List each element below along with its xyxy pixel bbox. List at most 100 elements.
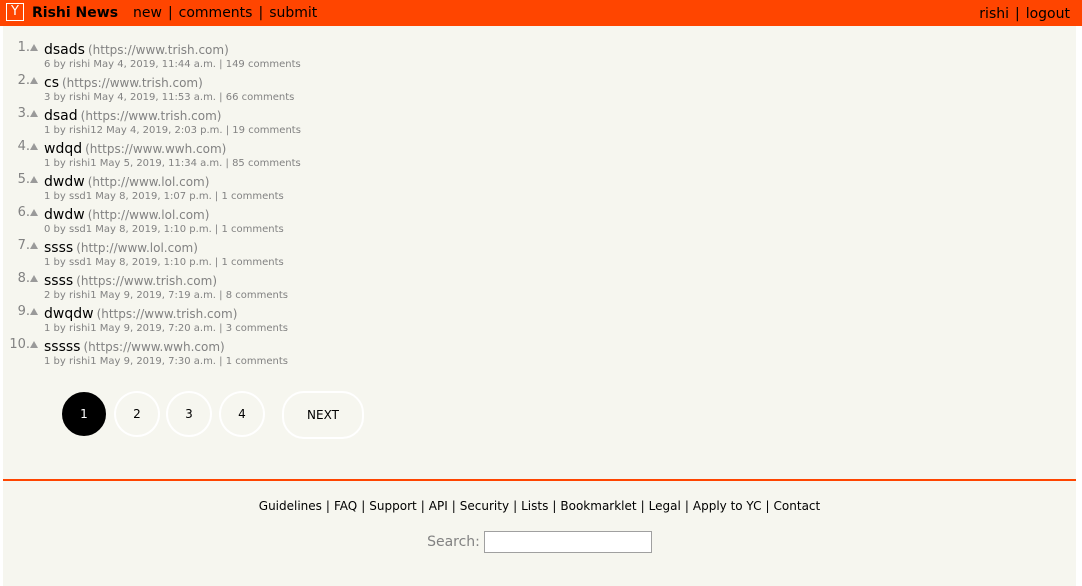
upvote-arrow-icon[interactable] bbox=[30, 77, 38, 84]
story-rank: 2. bbox=[17, 73, 30, 88]
story-row: 4. wdqd (https://www.wwh.com) 1 by rishi1 M… bbox=[3, 137, 703, 170]
upvote-arrow-icon[interactable] bbox=[30, 209, 38, 216]
story-rank: 6. bbox=[17, 205, 30, 220]
footer-link-legal[interactable]: Legal bbox=[649, 499, 681, 513]
story-title-line: wdqd (https://www.wwh.com) bbox=[44, 139, 226, 158]
story-rank: 7. bbox=[17, 238, 30, 253]
upvote-arrow-icon[interactable] bbox=[30, 44, 38, 51]
footer-link-api[interactable]: API bbox=[429, 499, 448, 513]
footer-link-security[interactable]: Security bbox=[460, 499, 509, 513]
story-title-link[interactable]: dsads bbox=[44, 42, 85, 58]
footer-separator: | bbox=[640, 499, 645, 513]
story-rank: 1. bbox=[17, 40, 30, 55]
story-domain[interactable]: (http://www.lol.com) bbox=[76, 241, 198, 255]
story-row: 6. dwdw (http://www.lol.com) 0 by ssd1 May … bbox=[3, 203, 703, 236]
story-meta: 1 by ssd1 May 8, 2019, 1:07 p.m. | 1 com… bbox=[44, 191, 284, 202]
user-nav: rishi | logout bbox=[979, 5, 1070, 23]
story-domain[interactable]: (http://www.lol.com) bbox=[88, 175, 210, 189]
story-title-link[interactable]: dwdw bbox=[44, 207, 85, 223]
story-domain[interactable]: (https://www.trish.com) bbox=[62, 76, 203, 90]
page-container: Y Rishi News new | comments | submit rishi | l… bbox=[0, 0, 1082, 586]
story-title-link[interactable]: ssss bbox=[44, 273, 73, 289]
footer-link-lists[interactable]: Lists bbox=[521, 499, 548, 513]
logout-link[interactable]: logout bbox=[1026, 6, 1070, 22]
footer-separator: | bbox=[451, 499, 456, 513]
upvote-arrow-icon[interactable] bbox=[30, 176, 38, 183]
story-title-link[interactable]: cs bbox=[44, 75, 59, 91]
footer-link-bookmarklet[interactable]: Bookmarklet bbox=[560, 499, 636, 513]
story-meta: 3 by rishi May 4, 2019, 11:53 a.m. | 66 … bbox=[44, 92, 295, 103]
story-domain[interactable]: (https://www.trish.com) bbox=[97, 307, 238, 321]
story-title-line: ssss (https://www.trish.com) bbox=[44, 271, 217, 290]
story-row: 7. ssss (http://www.lol.com) 1 by ssd1 May … bbox=[3, 236, 703, 269]
footer-separator: | bbox=[684, 499, 689, 513]
nav-separator: | bbox=[258, 5, 264, 21]
story-meta: 6 by rishi May 4, 2019, 11:44 a.m. | 149… bbox=[44, 59, 301, 70]
footer-link-contact[interactable]: Contact bbox=[774, 499, 821, 513]
footer-separator: | bbox=[552, 499, 557, 513]
story-title-line: dsads (https://www.trish.com) bbox=[44, 40, 229, 59]
upvote-arrow-icon[interactable] bbox=[30, 110, 38, 117]
nav-separator: | bbox=[167, 5, 173, 21]
header-bar: Y Rishi News new | comments | submit rishi | l… bbox=[0, 0, 1082, 26]
story-title-link[interactable]: wdqd bbox=[44, 141, 82, 157]
story-row: 3. dsad (https://www.trish.com) 1 by rishi1… bbox=[3, 104, 703, 137]
story-title-link[interactable]: dwqdw bbox=[44, 306, 94, 322]
story-domain[interactable]: (http://www.lol.com) bbox=[88, 208, 210, 222]
story-row: 8. ssss (https://www.trish.com) 2 by rishi1… bbox=[3, 269, 703, 302]
story-title-line: dsad (https://www.trish.com) bbox=[44, 106, 221, 125]
footer-link-faq[interactable]: FAQ bbox=[334, 499, 357, 513]
footer-search: Search: bbox=[3, 531, 1076, 553]
footer-separator: | bbox=[325, 499, 330, 513]
story-row: 1. dsads (https://www.trish.com) 6 by rishi… bbox=[3, 38, 703, 71]
story-meta: 1 by rishi1 May 9, 2019, 7:30 a.m. | 1 c… bbox=[44, 356, 288, 367]
page-4-button[interactable]: 4 bbox=[220, 392, 264, 436]
nav-submit-link[interactable]: submit bbox=[269, 5, 317, 21]
story-domain[interactable]: (https://www.trish.com) bbox=[81, 109, 222, 123]
story-title-link[interactable]: dwdw bbox=[44, 174, 85, 190]
footer-link-support[interactable]: Support bbox=[369, 499, 416, 513]
page-2-button[interactable]: 2 bbox=[115, 392, 159, 436]
page-3-button[interactable]: 3 bbox=[167, 392, 211, 436]
story-domain[interactable]: (https://www.wwh.com) bbox=[85, 142, 226, 156]
footer-divider bbox=[3, 479, 1076, 481]
story-title-line: ssss (http://www.lol.com) bbox=[44, 238, 198, 257]
story-title-line: dwdw (http://www.lol.com) bbox=[44, 205, 209, 224]
story-title-link[interactable]: dsad bbox=[44, 108, 78, 124]
nav-comments-link[interactable]: comments bbox=[179, 5, 253, 21]
story-rank: 5. bbox=[17, 172, 30, 187]
story-row: 2. cs (https://www.trish.com) 3 by rishi Ma… bbox=[3, 71, 703, 104]
footer-links: Guidelines | FAQ | Support | API | Security | List… bbox=[3, 499, 1076, 514]
story-domain[interactable]: (https://www.wwh.com) bbox=[83, 340, 224, 354]
footer-link-guidelines[interactable]: Guidelines bbox=[259, 499, 322, 513]
story-domain[interactable]: (https://www.trish.com) bbox=[88, 43, 229, 57]
upvote-arrow-icon[interactable] bbox=[30, 275, 38, 282]
story-rank: 10. bbox=[9, 337, 30, 352]
page-1-button[interactable]: 1 bbox=[62, 392, 106, 436]
y-logo-icon[interactable]: Y bbox=[6, 3, 24, 21]
story-domain[interactable]: (https://www.trish.com) bbox=[76, 274, 217, 288]
user-link[interactable]: rishi bbox=[979, 6, 1009, 22]
story-rank: 9. bbox=[17, 304, 30, 319]
search-input[interactable] bbox=[483, 531, 652, 553]
story-meta: 1 by rishi1 May 9, 2019, 7:20 a.m. | 3 c… bbox=[44, 323, 288, 334]
site-name-link[interactable]: Rishi News bbox=[32, 4, 118, 22]
story-title-line: dwqdw (https://www.trish.com) bbox=[44, 304, 237, 323]
story-row: 5. dwdw (http://www.lol.com) 1 by ssd1 May … bbox=[3, 170, 703, 203]
upvote-arrow-icon[interactable] bbox=[30, 341, 38, 348]
footer-link-apply-to-yc[interactable]: Apply to YC bbox=[693, 499, 762, 513]
story-title-link[interactable]: sssss bbox=[44, 339, 80, 355]
story-meta: 2 by rishi1 May 9, 2019, 7:19 a.m. | 8 c… bbox=[44, 290, 288, 301]
story-meta: 1 by ssd1 May 8, 2019, 1:10 p.m. | 1 com… bbox=[44, 257, 284, 268]
story-title-line: cs (https://www.trish.com) bbox=[44, 73, 203, 92]
footer-separator: | bbox=[513, 499, 518, 513]
nav-new-link[interactable]: new bbox=[133, 5, 162, 21]
nav-separator: | bbox=[1015, 6, 1020, 22]
story-rank: 3. bbox=[17, 106, 30, 121]
story-title-link[interactable]: ssss bbox=[44, 240, 73, 256]
upvote-arrow-icon[interactable] bbox=[30, 242, 38, 249]
upvote-arrow-icon[interactable] bbox=[30, 143, 38, 150]
next-page-button[interactable]: NEXT bbox=[282, 391, 364, 439]
footer-separator: | bbox=[765, 499, 770, 513]
upvote-arrow-icon[interactable] bbox=[30, 308, 38, 315]
